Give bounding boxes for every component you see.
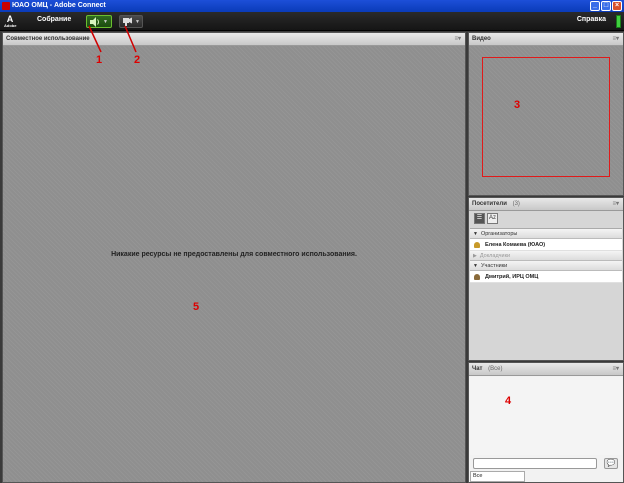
list-view-icon[interactable]: ☰ bbox=[474, 213, 485, 224]
attendees-toolbar: ☰ Az bbox=[471, 213, 623, 226]
annotation-label: 4 bbox=[505, 395, 512, 407]
send-message-icon[interactable]: 💬 bbox=[604, 458, 618, 469]
chat-target-select[interactable]: Все bbox=[470, 471, 525, 482]
annotation-label: 3 bbox=[514, 99, 521, 111]
connection-status-indicator bbox=[616, 15, 621, 28]
host-icon bbox=[474, 242, 480, 248]
pod-menu-icon[interactable]: ≡▾ bbox=[612, 363, 619, 376]
video-pod-title: Видео bbox=[472, 36, 491, 42]
share-pod-title: Совместное использование bbox=[6, 36, 90, 42]
group-hosts[interactable]: ▼ Организаторы bbox=[470, 229, 622, 239]
window-title-bar: ЮАО ОМЦ - Adobe Connect _ □ × bbox=[0, 0, 624, 12]
menu-help[interactable]: Справка bbox=[577, 16, 606, 23]
participant-icon bbox=[474, 274, 480, 280]
window-title: ЮАО ОМЦ - Adobe Connect bbox=[12, 2, 106, 9]
close-icon[interactable]: × bbox=[612, 1, 622, 11]
webcam-icon bbox=[123, 17, 132, 26]
menu-meeting[interactable]: Собрание bbox=[37, 16, 71, 23]
webcam-button[interactable]: ▼ bbox=[119, 15, 143, 28]
video-highlight-frame bbox=[482, 57, 610, 177]
speaker-button[interactable]: ▼ bbox=[86, 15, 112, 28]
list-item[interactable]: Дмитрий, ИРЦ ОМЦ bbox=[470, 271, 622, 283]
attendees-pod: Посетители (3) ≡▾ ☰ Az ▼ Организаторы Еле… bbox=[468, 197, 624, 361]
menu-bar: A Adobe Собрание ▼ ▼ Справка bbox=[0, 12, 624, 31]
chat-scope: (Все) bbox=[488, 366, 503, 372]
attendees-pod-header: Посетители (3) ≡▾ bbox=[469, 198, 623, 211]
video-pod-header: Видео ≡▾ bbox=[469, 33, 623, 46]
annotation-label: 1 bbox=[96, 54, 103, 66]
window-controls: _ □ × bbox=[590, 1, 622, 11]
speaker-icon bbox=[90, 16, 99, 27]
video-pod: Видео ≡▾ bbox=[468, 32, 624, 196]
group-participants[interactable]: ▼ Участники bbox=[470, 261, 622, 271]
chat-pod-title: Чат bbox=[472, 366, 483, 372]
pod-menu-icon[interactable]: ≡▾ bbox=[454, 33, 461, 46]
app-icon bbox=[2, 2, 10, 10]
pod-menu-icon[interactable]: ≡▾ bbox=[612, 198, 619, 211]
chat-messages bbox=[470, 377, 622, 455]
maximize-icon[interactable]: □ bbox=[601, 1, 611, 11]
attendees-count: (3) bbox=[512, 201, 520, 207]
pod-menu-icon[interactable]: ≡▾ bbox=[612, 33, 619, 46]
chevron-down-icon[interactable]: ▼ bbox=[103, 19, 108, 25]
expand-triangle-icon: ▶ bbox=[473, 253, 477, 259]
expand-triangle-icon: ▼ bbox=[473, 263, 478, 269]
attendees-pod-title: Посетители bbox=[472, 201, 507, 207]
adobe-logo: A Adobe bbox=[4, 14, 17, 28]
group-presenters[interactable]: ▶ Докладчики bbox=[470, 251, 622, 261]
chat-input[interactable] bbox=[473, 458, 597, 469]
list-item[interactable]: Елена Комаева (ЮАО) bbox=[470, 239, 622, 251]
sort-az-icon[interactable]: Az bbox=[487, 213, 498, 224]
chevron-down-icon[interactable]: ▼ bbox=[135, 19, 140, 25]
minimize-icon[interactable]: _ bbox=[590, 1, 600, 11]
share-pod-header: Совместное использование ≡▾ bbox=[3, 33, 465, 46]
chat-pod: Чат (Все) ≡▾ 💬 Все bbox=[468, 362, 624, 483]
expand-triangle-icon: ▼ bbox=[473, 231, 478, 237]
attendees-list: ▼ Организаторы Елена Комаева (ЮАО) ▶ Докла… bbox=[470, 228, 622, 283]
annotation-label: 5 bbox=[193, 301, 200, 313]
annotation-label: 2 bbox=[134, 54, 141, 66]
share-empty-message: Никакие ресурсы не предоставлены для сов… bbox=[111, 251, 357, 258]
chat-pod-header: Чат (Все) ≡▾ bbox=[469, 363, 623, 376]
share-pod: Совместное использование ≡▾ Никакие ресу… bbox=[2, 32, 466, 483]
adobe-connect-window: ЮАО ОМЦ - Adobe Connect _ □ × A Adobe Со… bbox=[0, 0, 624, 483]
